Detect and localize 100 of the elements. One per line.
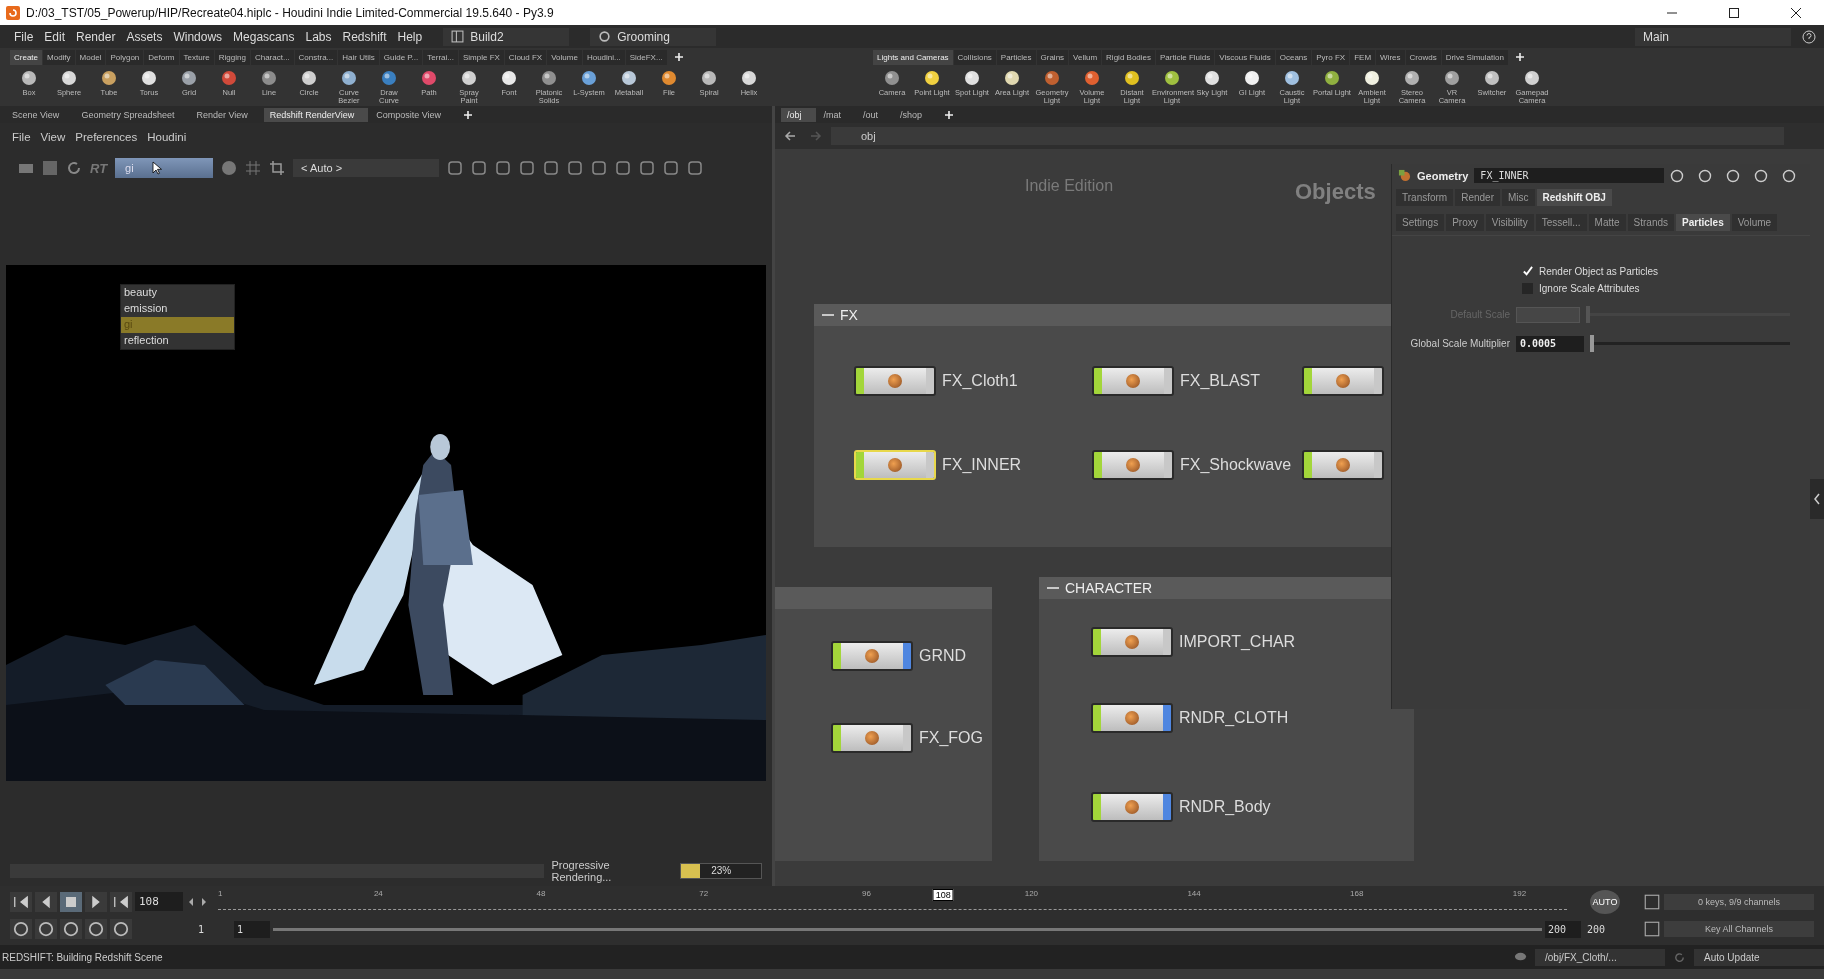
shelf-tab[interactable]: Create [10, 49, 42, 65]
node-tile[interactable] [1091, 703, 1173, 733]
shelf-tab[interactable]: Cloud FX [504, 49, 547, 65]
skip-start-icon[interactable] [10, 891, 32, 912]
menu-item[interactable]: Windows [173, 29, 223, 44]
node-flag[interactable] [1374, 368, 1382, 394]
parameter-tab[interactable]: Misc [1502, 189, 1535, 206]
parameter-tab[interactable]: Render [1455, 189, 1500, 206]
parameter-tab[interactable]: Strands [1627, 214, 1675, 231]
end-frame-field[interactable]: 200 [1584, 920, 1620, 938]
shelf-tab[interactable]: Deform [144, 49, 179, 65]
collapse-icon[interactable] [822, 313, 834, 317]
refresh-icon[interactable] [1673, 950, 1686, 964]
node-tile[interactable] [831, 641, 913, 671]
node-flag[interactable] [926, 368, 934, 394]
pane-tab[interactable]: /mat [817, 107, 856, 122]
collapse-icon[interactable] [1047, 586, 1059, 590]
shelf-tab[interactable]: Wires [1376, 49, 1405, 65]
parameter-tab[interactable]: Volume [1731, 214, 1778, 231]
shelf-tab[interactable]: Constra... [294, 49, 338, 65]
range-start-field[interactable]: 1 [234, 920, 270, 938]
menu-item[interactable]: Houdini [147, 131, 187, 143]
path-field[interactable]: obj [831, 127, 1784, 145]
menu-item[interactable]: Megascans [233, 29, 295, 44]
shelf-tab[interactable]: Pyro FX [1312, 49, 1350, 65]
shelf-tab[interactable]: Grains [1036, 49, 1069, 65]
parameter-tab[interactable]: Redshift OBJ [1536, 189, 1612, 206]
desktop-dropdown[interactable]: Build2 [443, 27, 570, 46]
pane-tab[interactable]: Scene View [6, 107, 74, 122]
shelf-tab[interactable]: Texture [179, 49, 214, 65]
shelf-tab[interactable]: FEM [1350, 49, 1376, 65]
shelf-tab[interactable]: SideFX... [625, 49, 667, 65]
shelf-tab[interactable]: Modify [43, 49, 75, 65]
range-end-field[interactable]: 200 [1545, 920, 1581, 938]
node-flag[interactable] [1374, 452, 1382, 478]
key-mode-dropdown[interactable]: Key All Channels [1664, 921, 1814, 938]
shelf-tab[interactable]: Oceans [1275, 49, 1312, 65]
parameter-tab[interactable]: Tessell... [1535, 214, 1587, 231]
shelf-tab[interactable]: Viscous Fluids [1215, 49, 1275, 65]
menu-item[interactable]: File [12, 131, 31, 143]
menu-item[interactable]: Redshift [342, 29, 387, 44]
stop-icon[interactable] [60, 891, 82, 912]
checkbox[interactable] [1522, 266, 1533, 277]
pane-tab[interactable]: Composite View [370, 107, 456, 122]
node-tile[interactable] [831, 723, 913, 753]
pane-tab[interactable]: Geometry Spreadsheet [75, 107, 189, 122]
node-name-field[interactable]: FX_INNER [1474, 168, 1664, 183]
menu-option[interactable]: beauty [121, 285, 234, 301]
layout-dropdown[interactable]: Main [1635, 27, 1791, 46]
node-flag[interactable] [1164, 452, 1172, 478]
add-tab-icon[interactable] [944, 109, 955, 120]
node-flag[interactable] [1163, 705, 1171, 731]
shelf-tab[interactable]: Rigging [214, 49, 250, 65]
add-tab-icon[interactable] [463, 109, 474, 120]
shelf-tab[interactable]: Polygon [106, 49, 144, 65]
menu-item[interactable]: Labs [305, 29, 332, 44]
parameter-tab[interactable]: Matte [1588, 214, 1626, 231]
shelf-tab[interactable]: Particles [996, 49, 1036, 65]
sphere-icon[interactable] [221, 160, 238, 176]
shelf-tab[interactable]: Vellum [1069, 49, 1102, 65]
update-mode-dropdown[interactable]: Auto Update [1694, 948, 1824, 966]
pane-tab[interactable]: /out [857, 107, 893, 122]
node-tile[interactable] [1091, 627, 1173, 657]
slider-handle[interactable] [1590, 335, 1594, 352]
shelf-tab[interactable]: Rigid Bodies [1102, 49, 1155, 65]
menu-item[interactable]: Edit [44, 29, 66, 44]
play-icon[interactable] [85, 891, 107, 912]
shelf-tab[interactable]: Houdini... [582, 49, 625, 65]
pane-tab[interactable]: /shop [894, 107, 937, 122]
node-tile[interactable] [854, 366, 936, 396]
square-icon[interactable] [42, 160, 58, 176]
menu-item[interactable]: Help [397, 29, 423, 44]
pane-tab[interactable]: Render View [190, 107, 262, 122]
add-tab-icon[interactable] [1514, 52, 1525, 62]
node-flag[interactable] [903, 725, 911, 751]
node-tile[interactable] [1302, 450, 1384, 480]
refresh-icon[interactable] [66, 160, 82, 176]
shelf-tab[interactable]: Simple FX [458, 49, 504, 65]
frame-field[interactable]: 108 [135, 892, 183, 912]
shelf-tab[interactable]: Particle Fluids [1156, 49, 1215, 65]
menu-item[interactable]: File [14, 29, 34, 44]
shelf-tab[interactable]: Terrai... [423, 49, 458, 65]
node-flag[interactable] [1163, 629, 1171, 655]
shelf-tab[interactable]: Guide P... [379, 49, 423, 65]
node-path-dropdown[interactable]: /obj/FX_Cloth/... [1535, 948, 1665, 966]
play-back-icon[interactable] [35, 891, 57, 912]
node-tile[interactable] [1092, 366, 1174, 396]
shelf-tab[interactable]: Hair Utils [338, 49, 379, 65]
value-field[interactable]: 0.0005 [1516, 335, 1584, 352]
node-flag[interactable] [1163, 794, 1171, 820]
pane-tab[interactable]: /obj [781, 107, 816, 122]
add-tab-icon[interactable] [673, 52, 684, 62]
box-title[interactable]: CHARACTER [1039, 577, 1391, 599]
close-icon[interactable] [1790, 6, 1802, 19]
shelf-tab[interactable]: Charact... [250, 49, 294, 65]
node-tile[interactable] [1302, 366, 1384, 396]
pane-tab[interactable]: Redshift RenderView [263, 107, 369, 122]
current-frame-marker[interactable]: 108 [932, 889, 954, 902]
box-title[interactable]: FX [814, 304, 1391, 326]
menu-item[interactable]: Render [76, 29, 116, 44]
